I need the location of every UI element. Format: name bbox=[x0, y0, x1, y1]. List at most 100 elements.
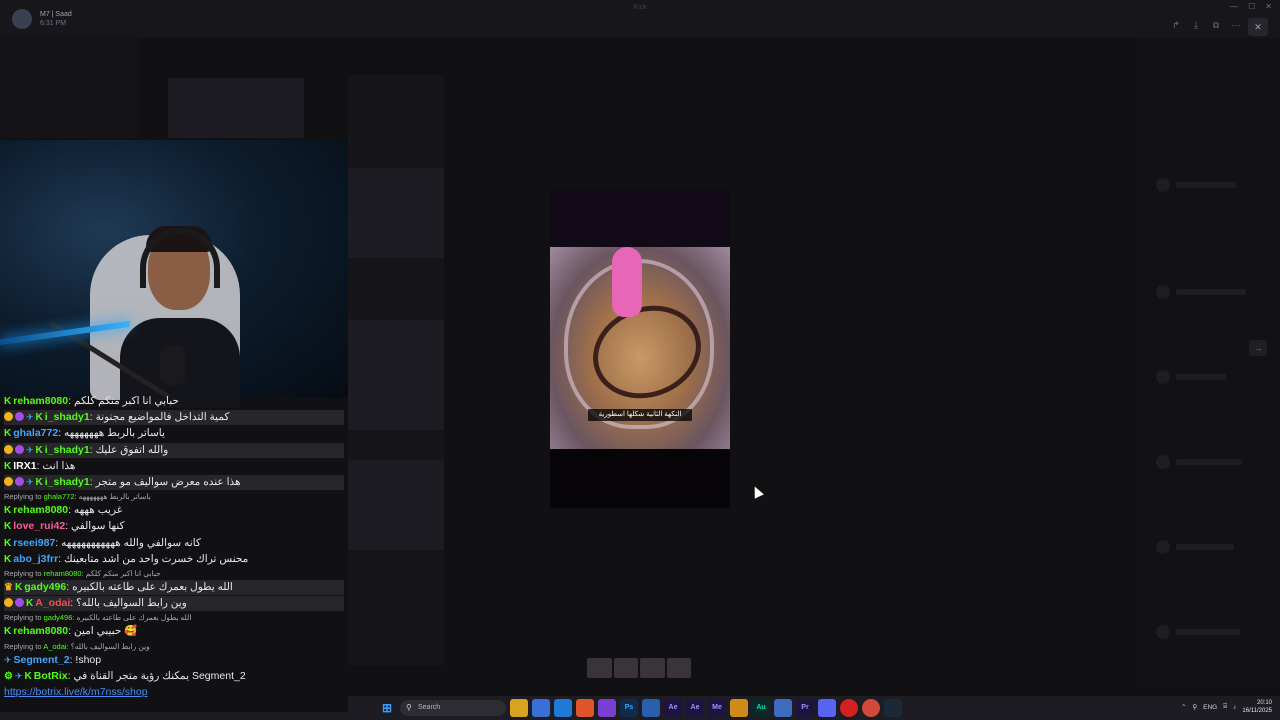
chat-message[interactable]: K IRX1: هذا انت bbox=[4, 459, 344, 474]
chat-username[interactable]: reham8080 bbox=[13, 504, 68, 516]
forward-icon[interactable]: ↱ bbox=[1168, 18, 1184, 32]
media-encoder-icon[interactable]: Me bbox=[708, 699, 726, 717]
chat-username[interactable]: abo_j3frr bbox=[13, 553, 58, 565]
chat-username[interactable]: Segment_2 bbox=[14, 654, 70, 666]
kick-badge-icon: K bbox=[4, 553, 12, 565]
brave-icon[interactable] bbox=[576, 699, 594, 717]
chat-text: غريب هههه bbox=[73, 504, 123, 517]
chat-message[interactable]: ⚙ ✈ K BotRix: يمكنك رؤية متجر القناة في Seg… bbox=[4, 669, 344, 684]
chat-username[interactable]: i_shady1 bbox=[45, 444, 90, 456]
media-thumbnail[interactable] bbox=[613, 658, 638, 678]
windows-start-icon[interactable]: ⊞ bbox=[378, 699, 396, 717]
chat-message[interactable]: ✈ Ki_shady1: هذا عنده معرض سواليف مو متجر bbox=[4, 475, 344, 490]
after-effects-icon[interactable]: Ae bbox=[686, 699, 704, 717]
media-thumbnail[interactable] bbox=[640, 658, 665, 678]
chat-username[interactable]: ghala772 bbox=[13, 427, 58, 439]
visual-studio-icon[interactable] bbox=[598, 699, 616, 717]
app-icon[interactable] bbox=[774, 699, 792, 717]
reply-label: Replying to bbox=[4, 613, 42, 623]
dimmed-row bbox=[1176, 182, 1236, 188]
chat-message[interactable]: Kreham8080: حبابي انا اكبر منكم كلكم bbox=[4, 394, 344, 409]
chat-message[interactable]: K A_odai: وين رابط السواليف بالله؟ bbox=[4, 596, 344, 612]
chat-username[interactable]: reham8080 bbox=[13, 395, 68, 407]
download-icon[interactable]: ⤓ bbox=[1188, 18, 1204, 32]
chat-username[interactable]: i_shady1 bbox=[45, 476, 90, 488]
chat-text: الله يطول بعمرك على طاعته بالكبيره bbox=[72, 581, 233, 593]
dimmed-avatar bbox=[1156, 625, 1170, 639]
vip-badge-icon bbox=[4, 477, 13, 486]
audition-icon[interactable]: Au bbox=[752, 699, 770, 717]
premiere-icon[interactable]: Pr bbox=[796, 699, 814, 717]
kick-badge-icon: K bbox=[4, 537, 12, 549]
chat-message[interactable]: ✈ Ki_shady1: كمية التداخل فالمواضيع مجنون… bbox=[4, 410, 344, 426]
chat-username[interactable]: gady496 bbox=[24, 581, 66, 593]
taskbar-search[interactable]: Search bbox=[400, 700, 506, 716]
photoshop-icon[interactable]: Ps bbox=[620, 699, 638, 717]
moderator-badge-icon: ✈ bbox=[26, 477, 34, 487]
file-explorer-icon[interactable] bbox=[510, 699, 528, 717]
chat-username[interactable]: BotRix bbox=[34, 670, 68, 682]
chat-username[interactable]: IRX1 bbox=[13, 460, 36, 472]
chat-username[interactable]: i_shady1 bbox=[45, 411, 90, 423]
chat-input-bar[interactable] bbox=[0, 712, 348, 720]
video-player[interactable]: النكهة الثانية شكلها اسطورية bbox=[550, 190, 730, 508]
kick-badge-icon: K bbox=[35, 477, 43, 488]
chat-text: والله اتفوق عليك bbox=[95, 443, 169, 456]
chat-username[interactable]: reham8080 bbox=[13, 625, 68, 637]
chat-message[interactable]: Kghala772: ياساتر بالربط هههههههه bbox=[4, 426, 344, 441]
chrome-icon[interactable] bbox=[862, 699, 880, 717]
chat-text: محنس تراك خسرت واحد من اشد متابعينك bbox=[64, 552, 249, 565]
reply-context[interactable]: Replying to A_odai: وين رابط السواليف با… bbox=[4, 641, 344, 652]
chat-username[interactable]: rseei987 bbox=[13, 537, 55, 549]
chevron-up-icon[interactable]: ⌃ bbox=[1181, 703, 1186, 711]
reply-context[interactable]: Replying to gady496: الله يطول بعمرك على… bbox=[4, 612, 344, 623]
avatar[interactable] bbox=[12, 9, 32, 29]
open-external-icon[interactable]: ⧉ bbox=[1208, 18, 1224, 32]
chat-message[interactable]: ✈ Segment_2: !shop bbox=[4, 653, 344, 668]
dimmed-thumbnail bbox=[348, 320, 444, 430]
chat-message[interactable]: Klove_rui42: كنها سوالفي bbox=[4, 519, 344, 534]
discord-icon[interactable] bbox=[818, 699, 836, 717]
next-arrow-button[interactable]: → bbox=[1249, 340, 1267, 356]
kick-badge-icon: K bbox=[4, 460, 12, 472]
shop-link[interactable]: https://botrix.live/k/m7nss/shop bbox=[4, 686, 148, 698]
chat-message[interactable]: ♛ Kgady496: الله يطول بعمرك على طاعته بال… bbox=[4, 580, 344, 595]
clock[interactable]: 20:10 16/11/2025 bbox=[1242, 699, 1272, 715]
close-window-icon[interactable]: ✕ bbox=[1265, 2, 1272, 11]
video-letterbox-bottom bbox=[550, 449, 730, 508]
maximize-icon[interactable]: ☐ bbox=[1248, 2, 1255, 11]
after-effects-icon[interactable]: Ae bbox=[664, 699, 682, 717]
kick-badge-icon: K bbox=[4, 521, 12, 533]
minimize-icon[interactable]: — bbox=[1230, 2, 1238, 11]
reply-context[interactable]: Replying to ghala772: ياساتر بالربط هههه… bbox=[4, 491, 344, 502]
media-thumbnail[interactable] bbox=[666, 658, 691, 678]
network-icon[interactable]: ⌸ bbox=[1223, 703, 1227, 711]
reply-label: Replying to bbox=[4, 641, 42, 651]
chat-message[interactable]: Kabo_j3frr: محنس تراك خسرت واحد من اشد م… bbox=[4, 552, 344, 567]
reply-user: ghala772 bbox=[43, 492, 75, 502]
app-icon[interactable] bbox=[730, 699, 748, 717]
dimmed-thumbnail bbox=[348, 168, 444, 258]
steam-icon[interactable] bbox=[884, 699, 902, 717]
store-icon[interactable] bbox=[532, 699, 550, 717]
windows-taskbar: ⊞ Search Ps Ae Ae Me Au Pr ⌃ ⚲ ENG ⌸ ♪ 2… bbox=[348, 696, 1280, 720]
chat-message[interactable]: Kreham8080: حبيبي امين 🥰 bbox=[4, 624, 344, 639]
kick-badge-icon: K bbox=[4, 505, 12, 517]
app-icon[interactable] bbox=[642, 699, 660, 717]
more-options-icon[interactable]: ⋯ bbox=[1228, 18, 1244, 32]
chat-username[interactable]: love_rui42 bbox=[13, 520, 65, 532]
dimmed-row bbox=[1176, 544, 1234, 550]
close-viewer-button[interactable]: ✕ bbox=[1248, 18, 1268, 36]
opera-icon[interactable] bbox=[840, 699, 858, 717]
volume-icon[interactable]: ♪ bbox=[1233, 704, 1236, 711]
chat-message[interactable]: ✈ Ki_shady1: والله اتفوق عليك bbox=[4, 442, 344, 458]
media-thumbnail[interactable] bbox=[587, 658, 612, 678]
vip-badge-icon bbox=[4, 444, 13, 454]
chat-message[interactable]: Kreham8080: غريب هههه bbox=[4, 503, 344, 518]
chat-username[interactable]: A_odai bbox=[35, 597, 70, 609]
subscriber-badge-icon bbox=[15, 477, 24, 486]
language-indicator[interactable]: ENG bbox=[1203, 704, 1217, 711]
chat-message[interactable]: Krseei987: كانه سوالفي والله ههههههههههه… bbox=[4, 536, 344, 551]
vscode-icon[interactable] bbox=[554, 699, 572, 717]
reply-context[interactable]: Replying to reham8080: حبابي انا اكبر من… bbox=[4, 568, 344, 579]
